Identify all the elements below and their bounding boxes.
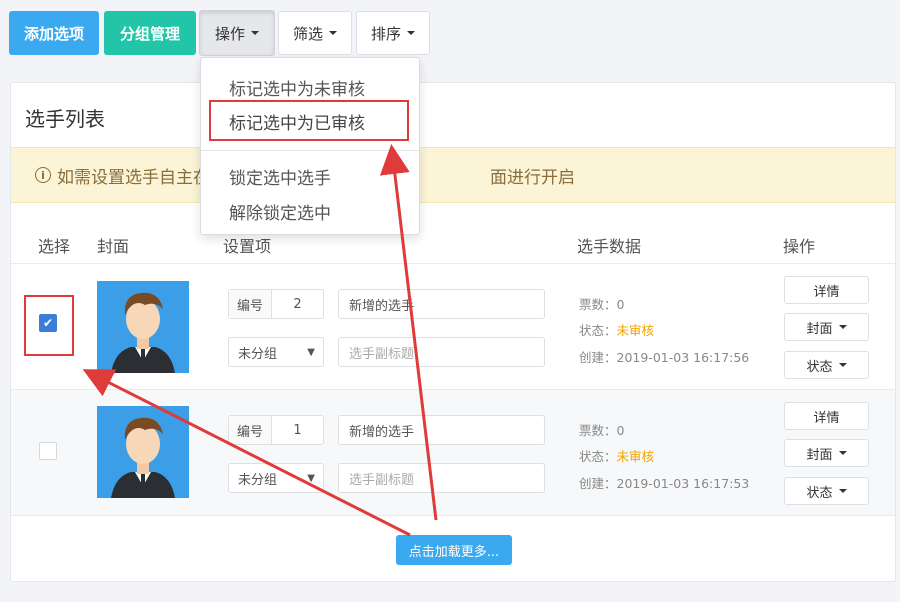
votes-text: 票数：0 (579, 423, 625, 438)
player-name-input[interactable]: 新增的选手 (338, 289, 545, 319)
subtitle-input[interactable]: 选手副标题 (338, 463, 545, 493)
panel-title: 选手列表 (25, 107, 105, 131)
menu-item-mark-unreviewed[interactable]: 标记选中为未审核 (229, 75, 365, 100)
status-text: 状态：未审核 (579, 320, 654, 339)
sort-dropdown-button[interactable]: 排序 (356, 11, 430, 55)
group-value: 未分组 (238, 472, 278, 488)
select-arrow-icon: ▼ (307, 346, 315, 358)
caret-down-icon (251, 31, 259, 35)
group-value: 未分组 (238, 346, 278, 362)
cover-label: 封面 (806, 321, 833, 337)
header-cover: 封面 (97, 237, 130, 256)
highlight-box-checkbox (24, 295, 74, 356)
avatar-person-icon (111, 292, 175, 373)
detail-button[interactable]: 详情 (784, 276, 869, 304)
alert-text-left: 如需设置选手自主在 (57, 167, 210, 188)
group-select[interactable]: 未分组 ▼ (228, 463, 324, 493)
operation-label: 操作 (214, 24, 245, 43)
caret-down-icon (838, 325, 847, 329)
select-arrow-icon: ▼ (307, 472, 315, 484)
highlight-box-menu-item (209, 100, 409, 141)
subtitle-input[interactable]: 选手副标题 (338, 337, 545, 367)
player-avatar (97, 406, 189, 498)
status-value: 未审核 (616, 449, 655, 464)
detail-label: 详情 (813, 284, 840, 300)
number-field[interactable]: 编号 2 (228, 289, 324, 319)
caret-down-icon (838, 363, 847, 367)
player-list-panel: 选手列表 i 如需设置选手自主在 面进行开启 选择 封面 设置项 选手数据 操作… (10, 82, 896, 582)
status-prefix: 状态： (579, 449, 617, 464)
group-select[interactable]: 未分组 ▼ (228, 337, 324, 367)
header-player-data: 选手数据 (577, 237, 642, 256)
player-name-input[interactable]: 新增的选手 (338, 415, 545, 445)
subtitle-placeholder: 选手副标题 (349, 472, 415, 488)
number-label: 编号 (229, 290, 273, 318)
number-value: 1 (293, 422, 302, 438)
alert-text-right: 面进行开启 (490, 167, 575, 188)
header-settings: 设置项 (223, 237, 272, 256)
detail-button[interactable]: 详情 (784, 402, 869, 430)
filter-label: 筛选 (292, 24, 323, 43)
caret-down-icon (407, 31, 415, 35)
menu-item-unlock-selected[interactable]: 解除锁定选中 (229, 199, 331, 224)
header-select: 选择 (38, 237, 71, 256)
player-avatar (97, 281, 189, 373)
menu-item-lock-selected[interactable]: 锁定选中选手 (229, 164, 331, 189)
player-name-value: 新增的选手 (349, 424, 415, 440)
filter-dropdown-button[interactable]: 筛选 (278, 11, 352, 55)
state-dropdown-button[interactable]: 状态 (784, 477, 869, 505)
group-manage-label: 分组管理 (119, 24, 180, 43)
caret-down-icon (838, 451, 847, 455)
cover-label: 封面 (806, 447, 833, 463)
menu-divider (201, 150, 419, 151)
load-more-label: 点击加载更多... (408, 544, 500, 560)
status-prefix: 状态： (579, 323, 617, 338)
state-label: 状态 (806, 485, 833, 501)
cover-dropdown-button[interactable]: 封面 (784, 313, 869, 341)
number-value: 2 (293, 296, 302, 312)
state-dropdown-button[interactable]: 状态 (784, 351, 869, 379)
caret-down-icon (329, 31, 337, 35)
caret-down-icon (838, 489, 847, 493)
operation-dropdown-menu: 标记选中为未审核 标记选中为已审核 锁定选中选手 解除锁定选中 (200, 57, 420, 235)
operation-dropdown-button[interactable]: 操作 (199, 10, 275, 56)
number-label: 编号 (229, 416, 273, 444)
detail-label: 详情 (813, 410, 840, 426)
add-option-label: 添加选项 (23, 24, 84, 43)
add-option-button[interactable]: 添加选项 (9, 11, 99, 55)
votes-text: 票数：0 (579, 297, 625, 312)
player-name-value: 新增的选手 (349, 298, 415, 314)
avatar-person-icon (111, 417, 175, 498)
group-manage-button[interactable]: 分组管理 (104, 11, 196, 55)
sort-label: 排序 (370, 24, 401, 43)
row-checkbox[interactable] (39, 442, 57, 460)
info-icon: i (35, 167, 51, 183)
cover-dropdown-button[interactable]: 封面 (784, 439, 869, 467)
status-text: 状态：未审核 (579, 446, 654, 465)
created-text: 创建：2019-01-03 16:17:53 (579, 476, 750, 491)
subtitle-placeholder: 选手副标题 (349, 346, 415, 362)
status-value: 未审核 (616, 323, 655, 338)
header-actions: 操作 (783, 237, 816, 256)
table-row: 编号 1 新增的选手 未分组 ▼ 选手副标题 票数：0 状态：未审核 创建：20… (11, 389, 895, 515)
table-row: ✔ 编号 2 新增的选手 未分组 ▼ 选手副标题 票数：0 状态：未审核 创建：… (11, 263, 895, 389)
info-alert: i 如需设置选手自主在 面进行开启 (11, 147, 895, 203)
load-more-button[interactable]: 点击加载更多... (396, 535, 512, 565)
number-field[interactable]: 编号 1 (228, 415, 324, 445)
created-text: 创建：2019-01-03 16:17:56 (579, 350, 750, 365)
state-label: 状态 (806, 359, 833, 375)
